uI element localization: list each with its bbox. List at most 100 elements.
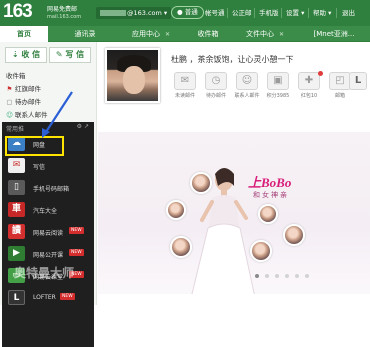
inbox-arrow-icon: ⇣ <box>11 50 19 59</box>
close-icon[interactable]: ✕ <box>165 27 170 43</box>
pen-icon: ✎ <box>55 50 63 59</box>
mobile-link[interactable]: 手机版 <box>259 7 279 19</box>
tab-contacts[interactable]: 通讯录 <box>52 26 118 42</box>
red-packet-icon: ✚ <box>298 72 320 90</box>
divider <box>281 8 282 18</box>
watermark: 奥特曼大师 <box>14 266 75 280</box>
avatar-face <box>123 66 145 94</box>
divider <box>336 8 337 18</box>
greeting-text: 杜鹏 ，茶余饭饱，让心灵小憩一下 <box>171 55 294 64</box>
unread-mail-icon: ✉ <box>174 72 196 90</box>
sidebar: ⇣ 收 信 ✎ 写 信 收件箱 ⚑ 红旗邮件 ▢ 待办邮件 ☺ 联系人邮件 常用推 ⚙… <box>0 42 97 347</box>
quick-red-packet[interactable]: ✚ 红包10 <box>294 71 324 104</box>
app-label: 网易云阅读 <box>33 230 64 237</box>
logout-link[interactable]: 退出 <box>342 7 355 19</box>
logo-number: 163 <box>3 1 33 22</box>
car-icon: 車 <box>8 202 25 217</box>
tab-label: 文件中心 <box>245 30 274 38</box>
app-item-open-course[interactable]: ▶ 网易公开课 NEW <box>2 244 94 264</box>
quick-label: 未读邮件 <box>174 93 195 99</box>
app-item-cloud-reading[interactable]: 讀 网易云阅读 NEW <box>2 222 94 242</box>
app-label: 汽车大全 <box>33 208 58 215</box>
logo-domain: mail.163.com <box>47 14 82 20</box>
quick-label: 待办邮件 <box>205 93 226 99</box>
quick-points[interactable]: ▣ 积分3985 <box>263 72 293 104</box>
points-icon: ▣ <box>267 72 289 90</box>
todo-mail-icon: ◷ <box>205 72 227 90</box>
compose-label: 写 信 <box>65 50 85 59</box>
new-badge: NEW <box>69 227 84 234</box>
carousel-dot[interactable] <box>265 274 269 278</box>
justice-mail-link[interactable]: 公正邮 <box>232 7 252 19</box>
folder-flagged[interactable]: ⚑ 红旗邮件 <box>6 83 41 93</box>
app-item-car[interactable]: 車 汽车大全 <box>2 200 94 220</box>
app-label: 写信 <box>33 164 46 171</box>
quick-todo-mail[interactable]: ◷ 待办邮件 <box>201 72 231 104</box>
app-label: 网易公开课 <box>33 252 64 259</box>
app-panel-controls[interactable]: ⚙ ↗ <box>77 123 89 130</box>
tab-label: [Mnet亚洲... <box>313 30 355 38</box>
help-menu[interactable]: 帮助 ▾ <box>313 7 331 19</box>
tab-label: 通讯录 <box>74 30 96 38</box>
app-item-write-letter[interactable]: ✉ 写信 <box>2 156 94 176</box>
tab-home[interactable]: 首页 <box>0 26 48 42</box>
folder-label: 联系人邮件 <box>15 111 48 119</box>
folder-todo[interactable]: ▢ 待办邮件 <box>6 96 41 106</box>
tab-mnet-mail[interactable]: [Mnet亚洲... <box>298 26 370 42</box>
portrait-bubble <box>258 204 278 224</box>
divider <box>254 8 255 18</box>
folder-inbox[interactable]: 收件箱 <box>6 70 26 80</box>
quick-label: 联系人邮件 <box>234 93 260 99</box>
carousel-dot[interactable] <box>295 274 299 278</box>
divider <box>227 8 228 18</box>
carousel-dot[interactable] <box>305 274 309 278</box>
new-badge: NEW <box>69 249 84 256</box>
receive-button[interactable]: ⇣ 收 信 <box>5 47 47 63</box>
divider <box>308 8 309 18</box>
avatar[interactable] <box>105 48 160 103</box>
tab-inbox[interactable]: 收件箱 <box>184 26 232 42</box>
account-dropdown[interactable]: @163.com ▾ <box>96 7 172 19</box>
lofter-icon: L <box>8 290 25 305</box>
quick-label: 红包10 <box>300 93 318 99</box>
tab-file-center[interactable]: 文件中心 ✕ <box>236 26 294 42</box>
promo-banner[interactable]: 上BoBo 和女神亲 <box>98 132 370 294</box>
mobile-mailbox-icon: ▯ <box>8 180 25 195</box>
lofter-l-icon: L <box>349 72 367 90</box>
folder-label: 待办邮件 <box>15 98 41 106</box>
tab-label: 应用中心 <box>131 30 160 38</box>
banner-headline: 上BoBo <box>248 175 292 190</box>
settings-menu[interactable]: 设置 ▾ <box>286 7 304 19</box>
highlight-box <box>5 136 64 156</box>
vip-badge[interactable]: ● 普通 <box>171 6 204 19</box>
logo-title: 网易免费邮 <box>47 6 78 13</box>
quick-lofter[interactable]: L <box>346 72 370 104</box>
folder-contacts[interactable]: ☺ 联系人邮件 <box>6 109 48 119</box>
flag-icon: ⚑ <box>6 85 13 93</box>
contact-icon: ☺ <box>236 72 258 90</box>
account-link[interactable]: 帐号通 <box>205 7 225 19</box>
banner-subline: 和女神亲 <box>253 191 289 199</box>
receive-label: 收 信 <box>21 50 41 59</box>
todo-icon: ▢ <box>6 98 13 106</box>
quick-unread-mail[interactable]: ✉ 未读邮件 <box>170 72 200 104</box>
quick-label: 积分3985 <box>266 93 290 99</box>
app-item-lofter[interactable]: L LOFTER NEW <box>2 288 94 308</box>
redacted-username <box>100 10 126 16</box>
portrait-bubble <box>190 172 212 194</box>
carousel-dot[interactable] <box>255 274 259 278</box>
open-course-icon: ▶ <box>8 246 25 261</box>
carousel-dot[interactable] <box>275 274 279 278</box>
quick-contact-mail[interactable]: ☺ 联系人邮件 <box>232 72 262 104</box>
compose-button[interactable]: ✎ 写 信 <box>49 47 91 63</box>
contact-mail-icon: ☺ <box>6 111 13 119</box>
portrait-bubble <box>250 240 272 262</box>
portrait-bubble <box>170 236 192 258</box>
notification-dot <box>318 71 323 76</box>
carousel-dot[interactable] <box>285 274 289 278</box>
tab-label: 收件箱 <box>197 30 219 38</box>
close-icon[interactable]: ✕ <box>279 27 284 43</box>
app-item-mobile-mailbox[interactable]: ▯ 手机号码邮箱 <box>2 178 94 198</box>
tab-app-center[interactable]: 应用中心 ✕ <box>122 26 180 42</box>
tab-label: 首页 <box>17 30 31 38</box>
